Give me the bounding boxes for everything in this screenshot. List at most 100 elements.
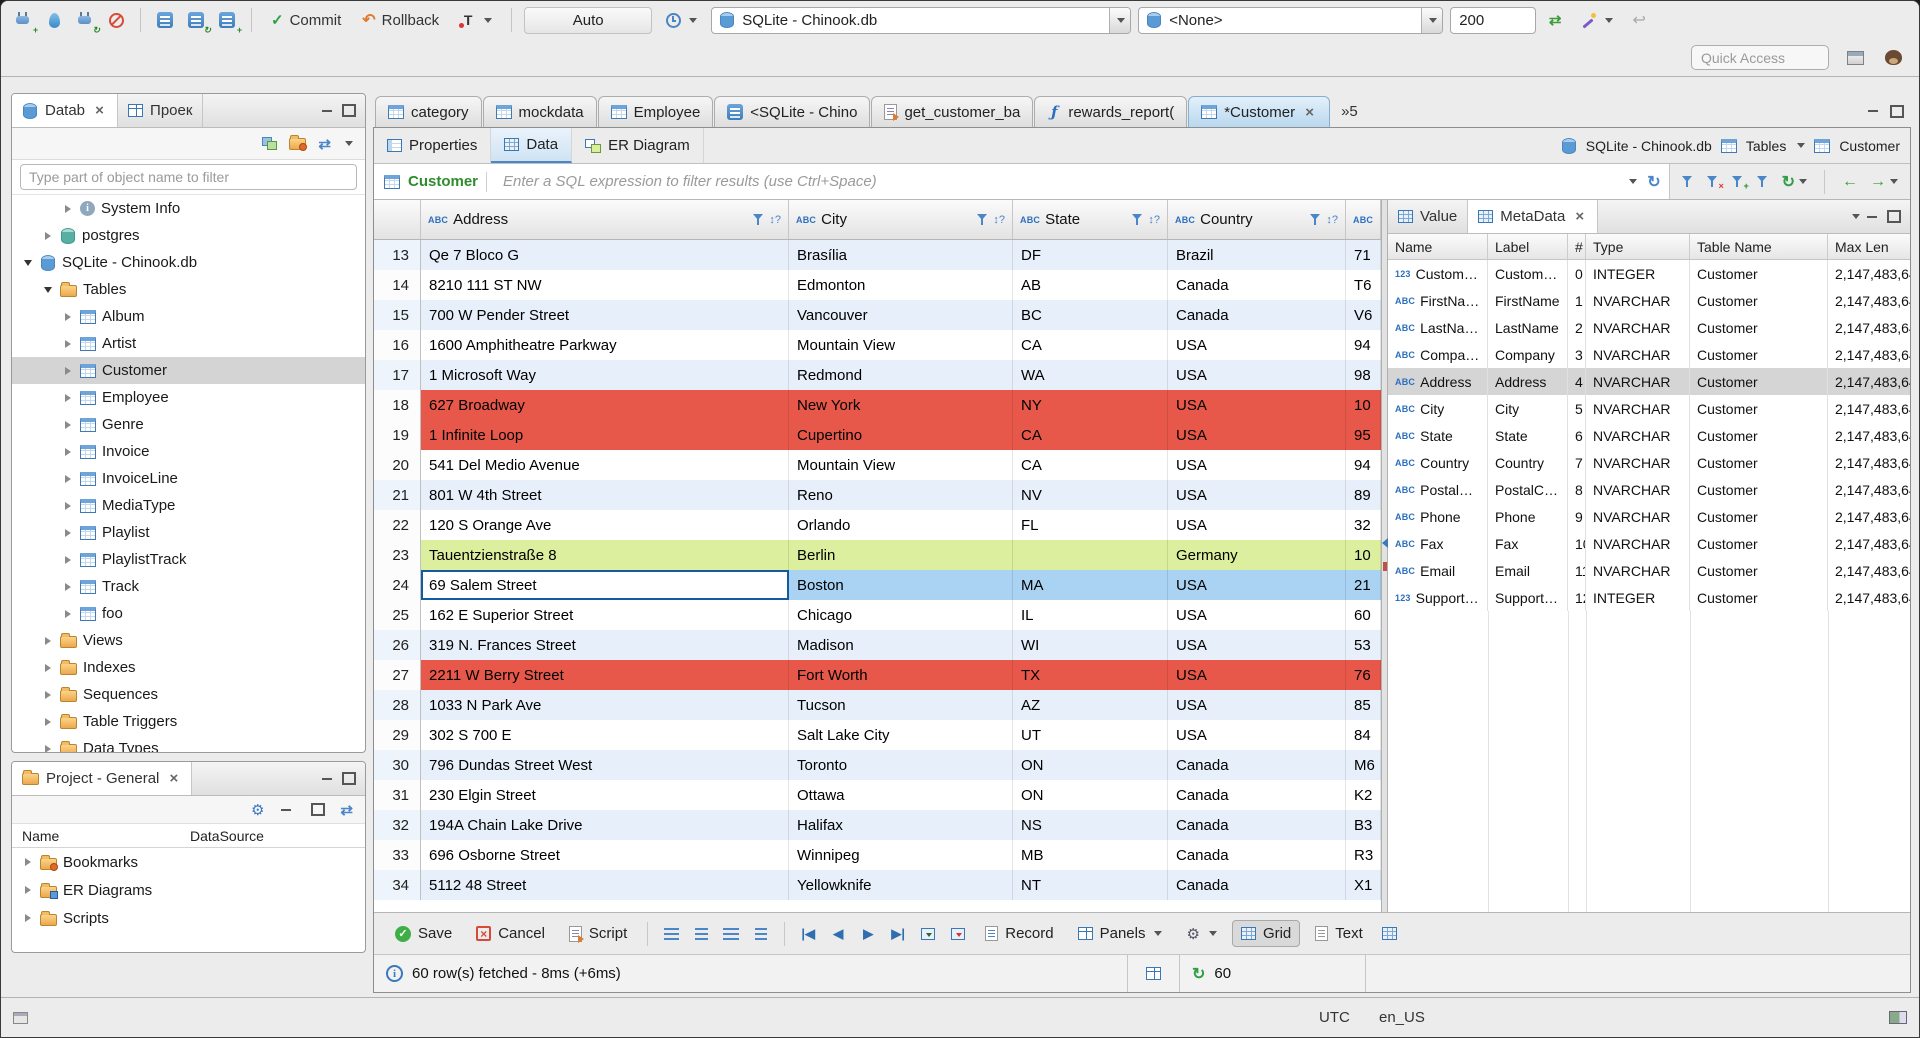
row-number[interactable]: 17 <box>374 360 421 390</box>
panel-tab[interactable]: Datab <box>12 94 119 127</box>
row-number[interactable]: 24 <box>374 570 421 600</box>
reconnect-icon[interactable] <box>73 8 97 32</box>
disconnect-icon[interactable] <box>104 8 128 32</box>
meta-cell-ordinal[interactable]: 2 <box>1568 314 1586 341</box>
sync-icon[interactable] <box>1543 8 1567 32</box>
cell-state[interactable]: MB <box>1013 840 1168 870</box>
panel-splitter[interactable] <box>1381 200 1388 912</box>
editor-tab[interactable]: mockdata <box>482 96 597 127</box>
meta-cell-maxlen[interactable]: 2,147,483,647 <box>1828 530 1910 557</box>
meta-cell-table[interactable]: Customer <box>1690 260 1828 287</box>
column-header-datasource[interactable]: DataSource <box>190 828 264 844</box>
meta-cell-maxlen[interactable]: 2,147,483,647 <box>1828 449 1910 476</box>
hidden-tabs-indicator[interactable]: »5 <box>1341 103 1358 120</box>
auto-refresh-icon[interactable] <box>1192 964 1205 984</box>
cell-city[interactable]: Chicago <box>789 600 1013 630</box>
cell-city[interactable]: Brasília <box>789 240 1013 270</box>
cell-state[interactable]: FL <box>1013 510 1168 540</box>
metadata-column-header[interactable]: Type <box>1586 234 1690 259</box>
grid-column-header[interactable]: ABC City <box>789 200 1013 239</box>
cell-city[interactable]: Berlin <box>789 540 1013 570</box>
cell-country[interactable]: USA <box>1168 660 1346 690</box>
panels-button[interactable]: Panels <box>1069 920 1172 947</box>
cell-country[interactable]: USA <box>1168 420 1346 450</box>
tree-item[interactable]: SQLite - Chinook.db <box>12 249 365 276</box>
cell-country[interactable]: Canada <box>1168 840 1346 870</box>
first-page-icon[interactable] <box>796 922 820 946</box>
tree-item[interactable]: System Info <box>12 195 365 222</box>
meta-cell-type[interactable]: NVARCHAR <box>1586 422 1690 449</box>
meta-cell-table[interactable]: Customer <box>1690 584 1828 611</box>
dbeaver-perspective-icon[interactable] <box>1881 46 1905 70</box>
expander-icon[interactable] <box>42 664 54 672</box>
row-number[interactable]: 23 <box>374 540 421 570</box>
grid-column-header[interactable]: ABC Country <box>1168 200 1346 239</box>
cell-country[interactable]: USA <box>1168 720 1346 750</box>
column-filter-icon[interactable] <box>977 213 990 226</box>
project-item[interactable]: Bookmarks <box>12 848 365 876</box>
row-number[interactable]: 30 <box>374 750 421 780</box>
project-item[interactable]: ER Diagrams <box>12 876 365 904</box>
maximize-icon[interactable] <box>1887 102 1907 120</box>
meta-cell-maxlen[interactable]: 2,147,483,647 <box>1828 422 1910 449</box>
metadata-column-header[interactable]: Label <box>1488 234 1568 259</box>
cell-country[interactable]: USA <box>1168 480 1346 510</box>
meta-cell-label[interactable]: Country <box>1488 449 1568 476</box>
expander-icon[interactable] <box>62 583 74 591</box>
cancel-button[interactable]: Cancel <box>467 920 554 947</box>
grid-view-button[interactable]: Grid <box>1231 920 1301 947</box>
maximize-icon[interactable] <box>339 770 359 788</box>
minimize-icon[interactable] <box>317 770 337 788</box>
editor-tab[interactable]: rewards_report( <box>1034 96 1188 127</box>
tree-item[interactable]: postgres <box>12 222 365 249</box>
meta-cell-label[interactable]: State <box>1488 422 1568 449</box>
minimize-icon[interactable] <box>1863 102 1883 120</box>
tree-item[interactable]: Album <box>12 303 365 330</box>
expander-icon[interactable] <box>62 367 74 375</box>
cell-city[interactable]: Cupertino <box>789 420 1013 450</box>
meta-cell-name[interactable]: 123 CustomerId <box>1388 260 1488 287</box>
metadata-column-header[interactable]: Table Name <box>1690 234 1828 259</box>
row-number[interactable]: 29 <box>374 720 421 750</box>
commit-button[interactable]: Commit <box>264 9 348 31</box>
filter-save-icon[interactable] <box>1681 175 1695 188</box>
cell-postal[interactable]: V6 <box>1346 300 1381 330</box>
expander-icon[interactable] <box>62 475 74 483</box>
cell-country[interactable]: USA <box>1168 600 1346 630</box>
column-filter-icon[interactable] <box>1310 213 1323 226</box>
meta-cell-type[interactable]: NVARCHAR <box>1586 395 1690 422</box>
grid-column-header[interactable]: ABC <box>1346 200 1381 239</box>
cell-city[interactable]: Vancouver <box>789 300 1013 330</box>
cell-postal[interactable]: 94 <box>1346 330 1381 360</box>
tree-item[interactable]: Track <box>12 573 365 600</box>
rollback-button[interactable]: Rollback <box>355 8 446 32</box>
cell-country[interactable]: USA <box>1168 330 1346 360</box>
add-row-icon[interactable] <box>689 922 713 946</box>
expander-icon[interactable] <box>22 886 34 894</box>
cell-state[interactable]: WA <box>1013 360 1168 390</box>
editor-tab[interactable]: Employee <box>597 96 714 127</box>
recent-sql-editor-icon[interactable] <box>184 8 208 32</box>
cell-city[interactable]: Madison <box>789 630 1013 660</box>
expander-icon[interactable] <box>22 260 34 266</box>
row-number[interactable]: 25 <box>374 600 421 630</box>
cell-address[interactable]: Qe 7 Bloco G <box>421 240 789 270</box>
cell-address[interactable]: 5112 48 Street <box>421 870 789 900</box>
editor-tab[interactable]: category <box>375 96 482 127</box>
cell-state[interactable]: CA <box>1013 420 1168 450</box>
column-filter-icon[interactable] <box>1132 213 1145 226</box>
meta-cell-table[interactable]: Customer <box>1690 530 1828 557</box>
meta-cell-name[interactable]: ABC Fax <box>1388 530 1488 557</box>
last-page-icon[interactable] <box>886 922 910 946</box>
meta-cell-maxlen[interactable]: 2,147,483,647 <box>1828 260 1910 287</box>
open-perspective-icon[interactable] <box>1843 46 1867 70</box>
metadata-row[interactable]: ABC PostalCode PostalCode 8 NVARCHAR Cust… <box>1388 476 1910 503</box>
metadata-row[interactable]: ABC Address Address 4 NVARCHAR Customer 2… <box>1388 368 1910 395</box>
cell-city[interactable]: Ottawa <box>789 780 1013 810</box>
tree-item[interactable]: Customer <box>12 357 365 384</box>
metadata-column-header[interactable]: Name <box>1388 234 1488 259</box>
metadata-row[interactable]: ABC Fax Fax 10 NVARCHAR Customer 2,147,48… <box>1388 530 1910 557</box>
edit-value-icon[interactable] <box>659 922 683 946</box>
cell-postal[interactable]: T6 <box>1346 270 1381 300</box>
meta-cell-ordinal[interactable]: 10 <box>1568 530 1586 557</box>
